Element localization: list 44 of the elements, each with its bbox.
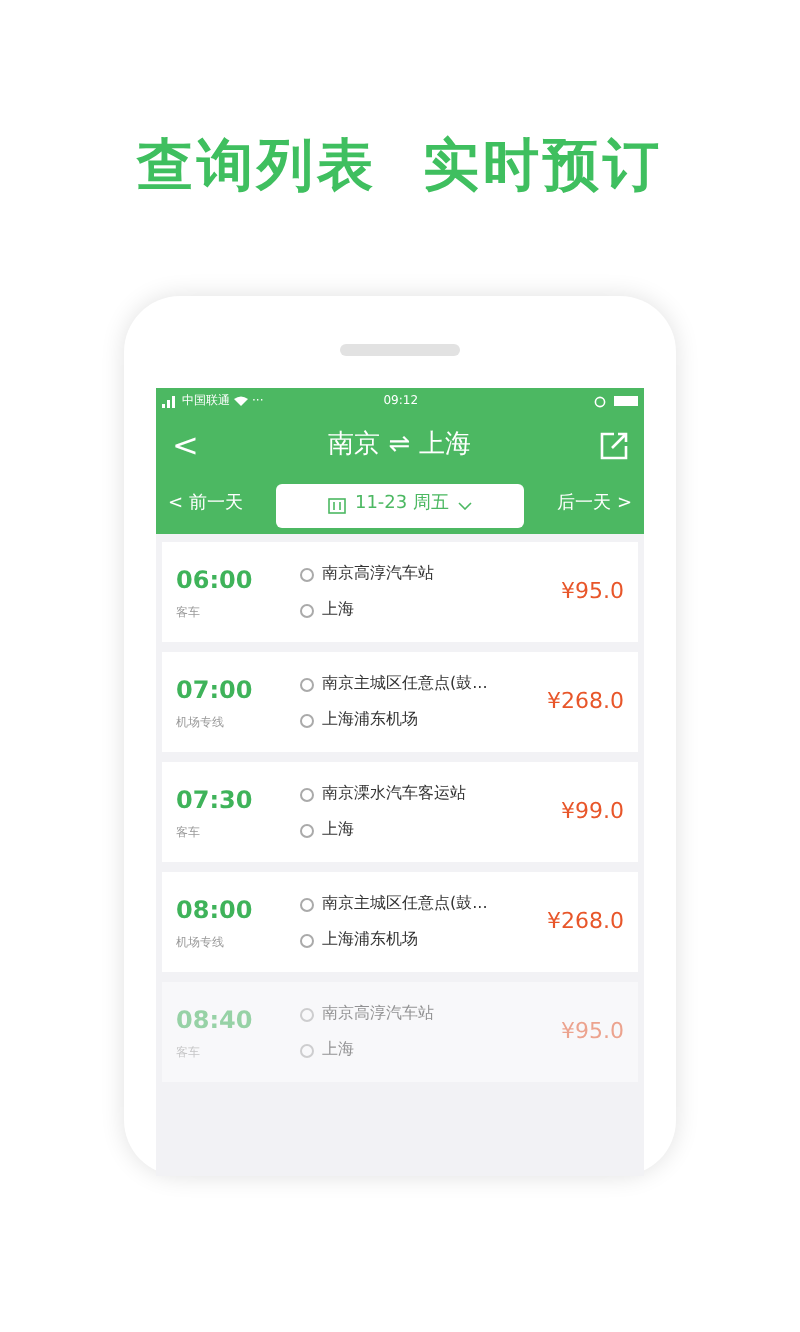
departure-time: 08:40 (176, 1004, 255, 1038)
departure-time: 08:00 (176, 894, 255, 928)
origin-stop: 南京高淳汽车站 (322, 562, 434, 586)
stop-icon (300, 897, 314, 911)
stop-icon (300, 677, 314, 691)
destination-stop: 上海 (322, 598, 354, 622)
origin-stop: 南京高淳汽车站 (322, 1002, 434, 1026)
stop-icon (300, 933, 314, 947)
destination-stop: 上海浦东机场 (322, 928, 418, 952)
route-title: 南京 ⇌ 上海 (326, 428, 473, 465)
signal-icon (162, 395, 178, 407)
share-icon[interactable] (600, 432, 628, 460)
stop-icon (300, 787, 314, 801)
stop-icon (300, 1043, 314, 1057)
ticket-price: ¥268.0 (547, 685, 624, 718)
previous-day-button[interactable]: < 前一天 (168, 492, 243, 520)
ticket-price: ¥268.0 (547, 905, 624, 938)
destination-stop: 上海 (322, 1038, 354, 1062)
stop-icon (300, 713, 314, 727)
origin-stop: 南京主城区任意点(鼓... (322, 892, 488, 916)
origin-stop: 南京主城区任意点(鼓... (322, 672, 488, 696)
destination-stop: 上海浦东机场 (322, 708, 418, 732)
date-picker[interactable]: 11-23 周五 (276, 484, 524, 528)
stop-icon (300, 823, 314, 837)
back-button[interactable]: < (172, 430, 199, 462)
stop-icon (300, 567, 314, 581)
stop-icon (300, 603, 314, 617)
speaker-icon (340, 344, 460, 356)
wifi-icon (234, 396, 248, 406)
next-day-button[interactable]: 后一天 > (557, 492, 632, 520)
headline: 查询列表 实时预订 (136, 130, 664, 202)
ticket-price: ¥95.0 (561, 1015, 624, 1048)
stop-icon (300, 1007, 314, 1021)
destination-stop: 上海 (322, 818, 354, 842)
ticket-price: ¥99.0 (561, 795, 624, 828)
departure-time: 07:30 (176, 784, 255, 818)
ticket-price: ¥95.0 (561, 575, 624, 608)
departure-time: 07:00 (176, 674, 255, 708)
departure-time: 06:00 (176, 564, 255, 598)
origin-stop: 南京溧水汽车客运站 (322, 782, 466, 806)
alarm-icon (594, 395, 606, 407)
battery-icon (614, 396, 638, 406)
calendar-icon (328, 498, 347, 514)
chevron-down-icon (457, 502, 471, 510)
